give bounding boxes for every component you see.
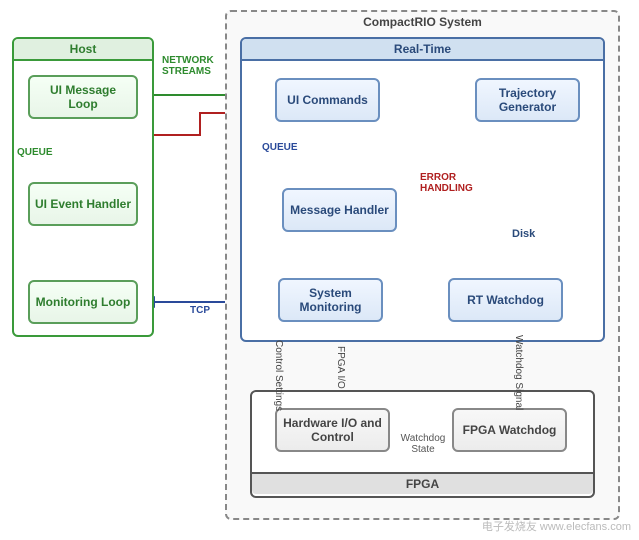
queue2-label: QUEUE <box>262 142 298 153</box>
ui-commands-box: UI Commands <box>275 78 380 122</box>
trajectory-generator-box: Trajectory Generator <box>475 78 580 122</box>
fpga-io-label: FPGA I/O <box>335 346 346 389</box>
fpga-watchdog-box: FPGA Watchdog <box>452 408 567 452</box>
ui-message-loop-label: UI Message Loop <box>34 83 132 111</box>
disk-label: Disk <box>512 228 535 240</box>
monitoring-loop-box: Monitoring Loop <box>28 280 138 324</box>
system-monitoring-box: System Monitoring <box>278 278 383 322</box>
ui-event-handler-label: UI Event Handler <box>35 197 131 211</box>
queue1-label: QUEUE <box>17 147 53 158</box>
fpga-title: FPGA <box>252 472 593 494</box>
monitoring-loop-label: Monitoring Loop <box>36 295 131 309</box>
control-settings-label: Control Settings <box>273 340 284 411</box>
watchdog-signal-label: Watchdog Signal <box>513 335 524 410</box>
message-handler-label: Message Handler <box>290 203 389 217</box>
trajectory-generator-label: Trajectory Generator <box>481 86 574 114</box>
ui-message-loop-box: UI Message Loop <box>28 75 138 119</box>
ui-event-handler-box: UI Event Handler <box>28 182 138 226</box>
watermark: 电子发烧友 www.elecfans.com <box>482 518 631 534</box>
rt-watchdog-box: RT Watchdog <box>448 278 563 322</box>
message-handler-box: Message Handler <box>282 188 397 232</box>
crio-title: CompactRIO System <box>227 12 618 32</box>
network-streams-label: NETWORK STREAMS <box>162 55 222 77</box>
tcp-label: TCP <box>190 305 210 316</box>
hardware-io-label: Hardware I/O and Control <box>281 416 384 444</box>
system-monitoring-label: System Monitoring <box>284 286 377 314</box>
hardware-io-box: Hardware I/O and Control <box>275 408 390 452</box>
fpga-watchdog-label: FPGA Watchdog <box>463 423 557 437</box>
host-title: Host <box>14 39 152 61</box>
error-handling-label: ERROR HANDLING <box>420 172 480 194</box>
realtime-title: Real-Time <box>242 39 603 61</box>
ui-commands-label: UI Commands <box>287 93 368 107</box>
rt-watchdog-label: RT Watchdog <box>467 293 544 307</box>
watchdog-state-label: Watchdog State <box>398 433 448 455</box>
